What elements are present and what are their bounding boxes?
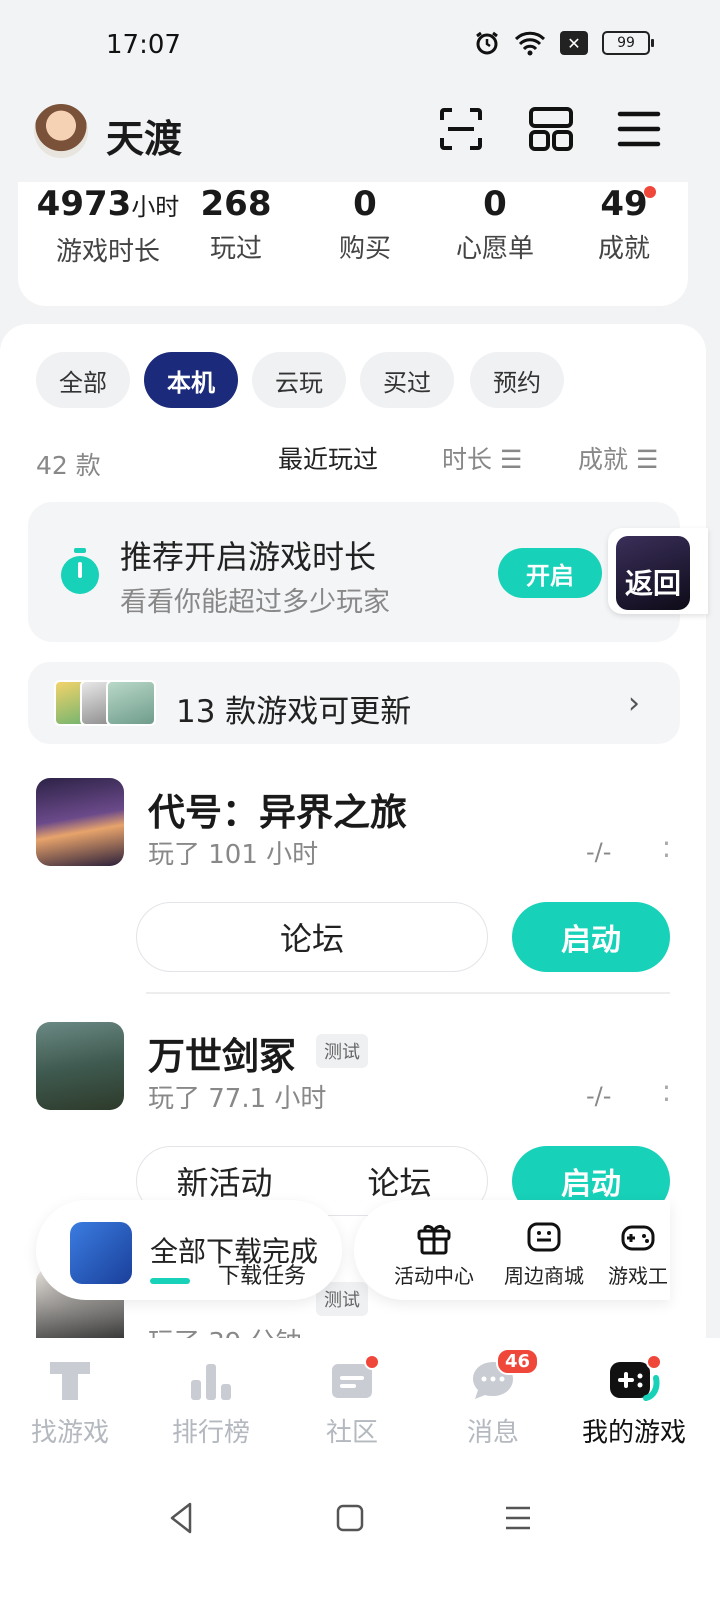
more-icon[interactable]: · · [662, 1074, 671, 1114]
filter-all[interactable]: 全部 [36, 352, 130, 408]
new-activity-button[interactable]: 新活动 [137, 1158, 312, 1204]
filter-bought[interactable]: 买过 [360, 352, 454, 408]
return-label: 返回 [616, 536, 690, 610]
game-playtime: 玩了 39 分钟 [148, 1322, 302, 1338]
sim-off-icon: ✕ [560, 31, 588, 55]
sort-duration-label: 时长 [442, 445, 493, 474]
game-count: 42 款 [36, 451, 101, 480]
stat-achievements[interactable]: 49 成就 [574, 184, 674, 265]
chevron-right-icon: › [628, 686, 640, 721]
game-tools-button[interactable]: 游戏工 [606, 1218, 670, 1289]
game-status: -/- [586, 1082, 612, 1110]
gift-icon [417, 1224, 451, 1255]
home-icon[interactable] [334, 1500, 366, 1536]
sort-icon: ☰ [635, 445, 659, 474]
stat-playtime[interactable]: 4973小时 游戏时长 [30, 184, 186, 268]
nav-my-games[interactable]: 我的游戏 [564, 1356, 704, 1449]
stat-value: 49 [600, 184, 648, 224]
nav-messages[interactable]: 消息 [423, 1356, 563, 1449]
nav-find-games[interactable]: 找游戏 [0, 1356, 140, 1449]
community-dot [364, 1354, 380, 1370]
stat-played[interactable]: 268 玩过 [186, 184, 286, 265]
game-title[interactable]: 代号：异界之旅 [148, 782, 407, 836]
activity-center-label: 活动中心 [394, 1264, 474, 1288]
download-progress [150, 1278, 190, 1284]
forum-button[interactable]: 论坛 [312, 1158, 487, 1204]
back-icon[interactable] [166, 1500, 196, 1536]
merch-store-button[interactable]: 周边商城 [498, 1218, 590, 1289]
stat-value: 0 [483, 184, 507, 224]
nav-label: 排行榜 [171, 1418, 250, 1448]
battery-icon: 99 [602, 31, 654, 55]
ranking-icon [191, 1364, 231, 1400]
download-task-label[interactable]: 下载任务 [218, 1258, 306, 1290]
status-icons: ✕ 99 [474, 30, 654, 56]
stat-value: 268 [200, 184, 272, 224]
activity-center-button[interactable]: 活动中心 [388, 1218, 480, 1289]
game-playtime: 玩了 77.1 小时 [148, 1084, 327, 1114]
wifi-icon [514, 31, 546, 56]
filter-local[interactable]: 本机 [144, 352, 238, 408]
sort-achievements-label: 成就 [578, 445, 629, 474]
recents-icon[interactable] [502, 1500, 534, 1536]
gamepad-icon [621, 1225, 655, 1251]
update-game-thumb [106, 680, 156, 726]
stat-unit: 小时 [131, 193, 180, 221]
filter-cloud[interactable]: 云玩 [252, 352, 346, 408]
nav-label: 我的游戏 [581, 1418, 686, 1448]
more-icon[interactable]: · · [662, 830, 671, 870]
sort-icon: ☰ [499, 445, 523, 474]
stat-value: 0 [353, 184, 377, 224]
game-icon[interactable] [36, 778, 124, 866]
stat-wishlist[interactable]: 0 心愿单 [440, 184, 550, 265]
filter-reserved[interactable]: 预约 [470, 352, 564, 408]
scan-icon[interactable] [438, 106, 484, 152]
forum-button[interactable]: 论坛 [136, 902, 488, 972]
stat-label: 游戏时长 [55, 237, 160, 267]
nav-label: 消息 [466, 1418, 519, 1448]
apps-icon[interactable] [528, 106, 574, 152]
stat-purchased[interactable]: 0 购买 [315, 184, 415, 265]
sort-recent[interactable]: 最近玩过 [278, 440, 378, 476]
username: 天渡 [106, 117, 183, 161]
game-tools-label: 游戏工 [608, 1264, 668, 1288]
stat-label: 购买 [338, 234, 391, 264]
my-games-dot [646, 1354, 662, 1370]
stopwatch-icon [61, 548, 99, 594]
enable-button[interactable]: 开启 [498, 548, 602, 598]
promo-title: 推荐开启游戏时长 [120, 538, 377, 576]
merch-store-label: 周边商城 [504, 1264, 584, 1288]
find-games-icon [50, 1362, 90, 1400]
messages-badge: 46 [496, 1348, 540, 1375]
stat-value: 4973 [36, 184, 132, 224]
return-float-button[interactable]: 返回 [608, 528, 708, 614]
achievement-dot [644, 186, 656, 198]
nav-label: 找游戏 [30, 1418, 109, 1448]
stat-label: 玩过 [209, 234, 262, 264]
store-icon [527, 1222, 561, 1252]
game-status: -/- [586, 838, 612, 866]
nav-label: 社区 [325, 1418, 378, 1448]
nav-ranking[interactable]: 排行榜 [141, 1356, 281, 1449]
stat-label: 心愿单 [455, 234, 534, 264]
status-time: 17:07 [106, 30, 181, 60]
game-icon[interactable] [36, 1022, 124, 1110]
download-game-thumb [70, 1222, 132, 1284]
divider [146, 992, 670, 994]
update-text: 13 款游戏可更新 [176, 694, 412, 730]
alarm-icon [476, 31, 498, 55]
promo-subtitle: 看看你能超过多少玩家 [120, 587, 390, 618]
sort-duration[interactable]: 时长 ☰ [442, 440, 522, 476]
sort-achievements[interactable]: 成就 ☰ [578, 440, 658, 476]
stat-label: 成就 [597, 234, 650, 264]
menu-icon[interactable] [616, 106, 662, 152]
beta-tag: 测试 [316, 1034, 368, 1068]
game-playtime: 玩了 101 小时 [148, 840, 319, 870]
nav-community[interactable]: 社区 [282, 1356, 422, 1449]
game-title[interactable]: 万世剑冢 [148, 1026, 296, 1080]
launch-button[interactable]: 启动 [512, 902, 670, 972]
avatar[interactable] [34, 104, 88, 158]
